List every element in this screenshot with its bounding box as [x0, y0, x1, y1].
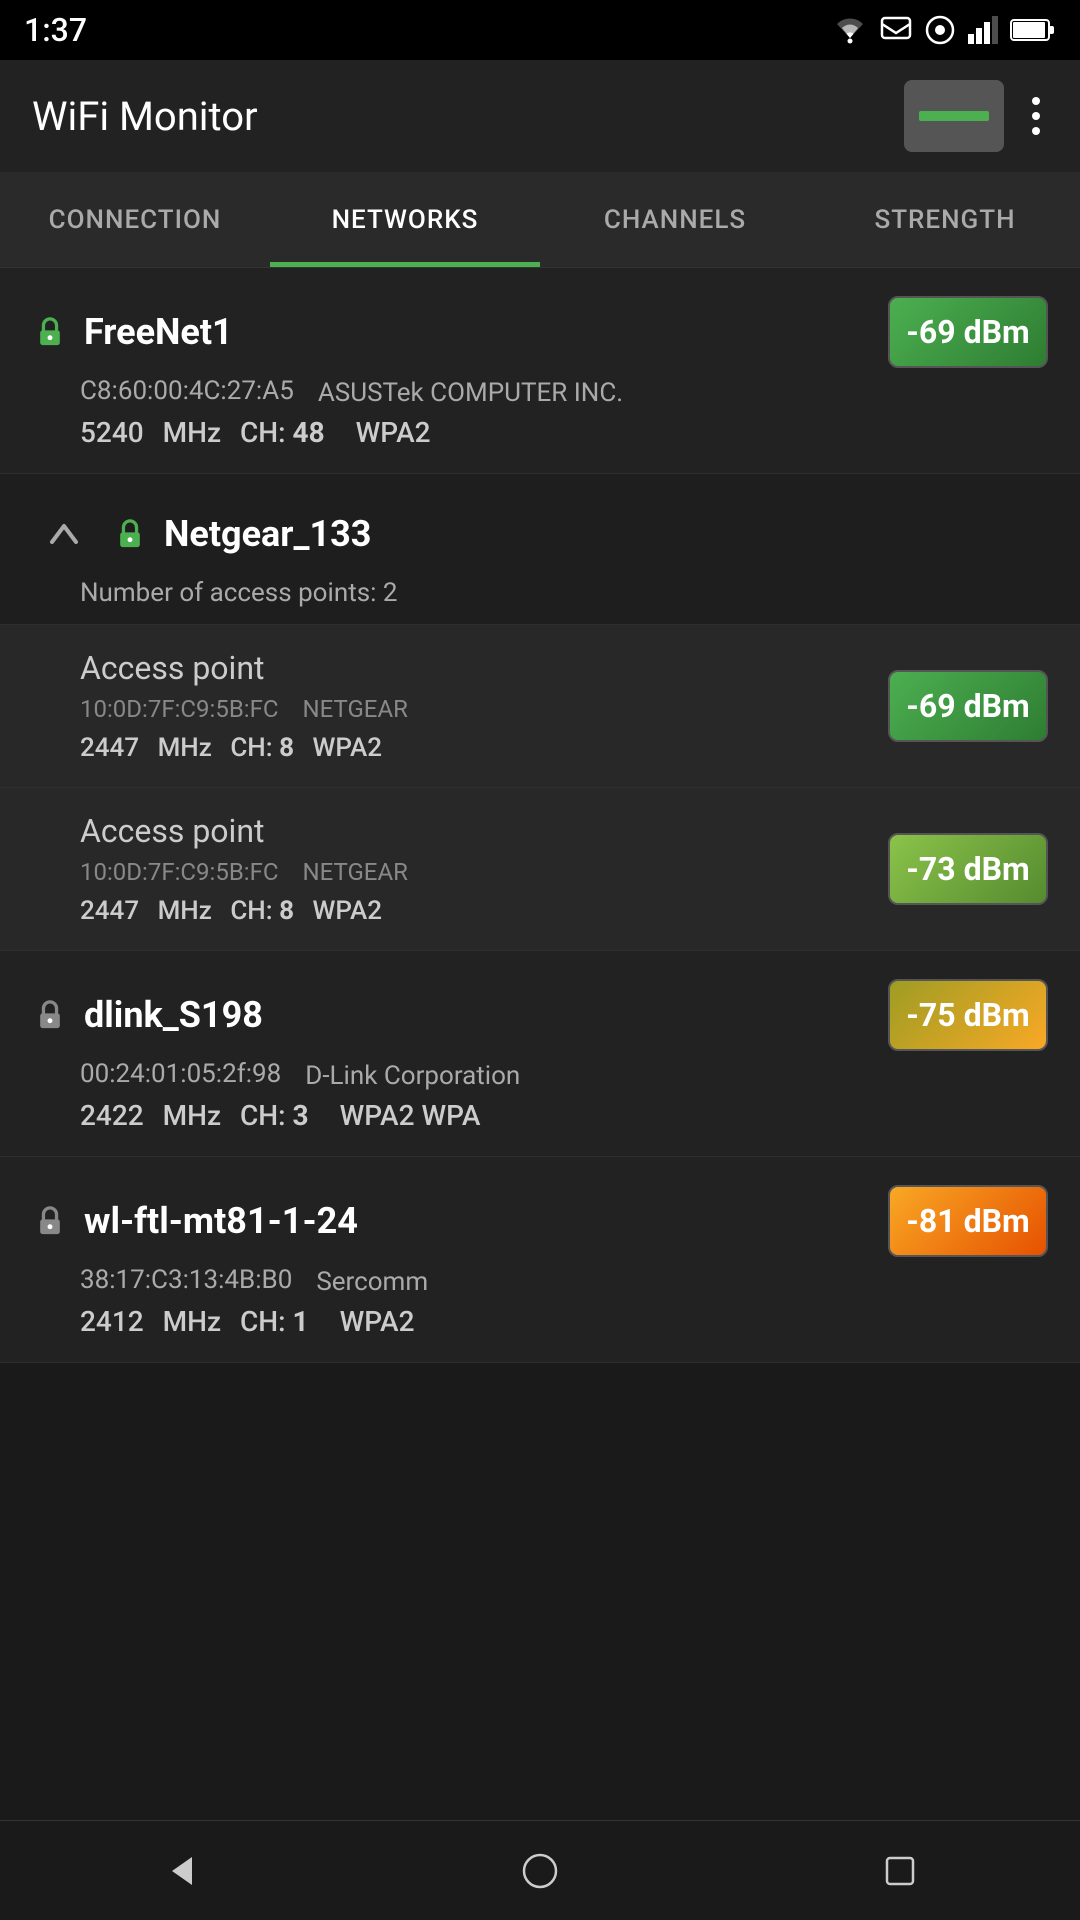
- back-button[interactable]: [140, 1831, 220, 1911]
- ap2-freq: 2447 MHz: [80, 896, 212, 926]
- lock-icon: [112, 516, 148, 552]
- wlftl-header: wl-ftl-mt81-1-24 -81 dBm: [0, 1157, 1080, 1265]
- network-display-button[interactable]: [904, 80, 1004, 152]
- chevron-up-icon: [44, 514, 84, 554]
- netgear133-ap-count: Number of access points: 2: [0, 574, 1080, 624]
- network-netgear133: Netgear_133 Number of access points: 2 A…: [0, 474, 1080, 951]
- lock-icon: [32, 1203, 68, 1239]
- network-freenet1-header: FreeNet1 -69 dBm: [0, 268, 1080, 376]
- tabs-bar: CONNECTION NETWORKS CHANNELS STRENGTH: [0, 172, 1080, 268]
- dlink-meta: 00:24:01:05:2f:98 D-Link Corporation 242…: [0, 1059, 1080, 1156]
- wlftl-mac: 38:17:C3:13:4B:B0: [80, 1265, 292, 1295]
- freenet1-mac: C8:60:00:4C:27:A5: [80, 376, 294, 406]
- dlink-details: 2422 MHz CH: 3 WPA2 WPA: [80, 1099, 1048, 1132]
- freenet1-ch: CH: 48: [240, 416, 337, 449]
- dlink-header: dlink_S198 -75 dBm: [0, 951, 1080, 1059]
- signal-icon: [968, 16, 998, 44]
- status-icons: [832, 14, 1056, 46]
- wlftl-signal: -81 dBm: [888, 1185, 1048, 1257]
- network-freenet1: FreeNet1 -69 dBm C8:60:00:4C:27:A5 ASUST…: [0, 268, 1080, 474]
- access-point-1: Access point 10:0D:7F:C9:5B:FC NETGEAR 2…: [0, 624, 1080, 787]
- ap1-vendor: NETGEAR: [302, 695, 407, 723]
- ap2-details: 2447 MHz CH: 8 WPA2: [80, 896, 888, 926]
- wlftl-security: WPA2: [340, 1305, 415, 1338]
- status-bar: 1:37: [0, 0, 1080, 60]
- wlftl-name: wl-ftl-mt81-1-24: [84, 1200, 358, 1242]
- access-point-2: Access point 10:0D:7F:C9:5B:FC NETGEAR 2…: [0, 787, 1080, 950]
- dlink-vendor: D-Link Corporation: [305, 1061, 520, 1091]
- wifi-status-icon: [832, 16, 868, 44]
- wlftl-vendor: Sercomm: [316, 1267, 428, 1297]
- network-freenet1-meta: C8:60:00:4C:27:A5 ASUSTek COMPUTER INC. …: [0, 376, 1080, 473]
- dlink-freq: 2422 MHz: [80, 1099, 221, 1132]
- ap1-name: Access point: [80, 649, 888, 687]
- freenet1-security: WPA2: [356, 416, 431, 449]
- ap1-freq: 2447 MHz: [80, 733, 212, 763]
- ap2-info: Access point 10:0D:7F:C9:5B:FC NETGEAR 2…: [80, 812, 888, 926]
- ap1-signal: -69 dBm: [888, 670, 1048, 742]
- ap2-name: Access point: [80, 812, 888, 850]
- ap1-security: WPA2: [312, 733, 382, 763]
- freenet1-vendor: ASUSTek COMPUTER INC.: [318, 378, 623, 408]
- freenet1-freq: 5240 MHz: [80, 416, 221, 449]
- lock-icon: [32, 997, 68, 1033]
- netgear133-access-points: Access point 10:0D:7F:C9:5B:FC NETGEAR 2…: [0, 624, 1080, 950]
- dlink-signal: -75 dBm: [888, 979, 1048, 1051]
- networks-content: FreeNet1 -69 dBm C8:60:00:4C:27:A5 ASUST…: [0, 268, 1080, 1363]
- battery-icon: [1010, 17, 1056, 43]
- app-bar-actions: [904, 80, 1048, 152]
- network-dlink: dlink_S198 -75 dBm 00:24:01:05:2f:98 D-L…: [0, 951, 1080, 1157]
- app-bar: WiFi Monitor: [0, 60, 1080, 172]
- wlftl-ch: CH: 1: [240, 1305, 321, 1338]
- freenet1-details: 5240 MHz CH: 48 WPA2: [80, 416, 1048, 449]
- status-time: 1:37: [24, 11, 87, 49]
- tab-connection[interactable]: CONNECTION: [0, 172, 270, 267]
- wlftl-details: 2412 MHz CH: 1 WPA2: [80, 1305, 1048, 1338]
- tab-strength[interactable]: STRENGTH: [810, 172, 1080, 267]
- ap2-mac: 10:0D:7F:C9:5B:FC: [80, 858, 278, 886]
- network-freenet1-name: FreeNet1: [84, 311, 233, 353]
- tab-channels[interactable]: CHANNELS: [540, 172, 810, 267]
- dlink-security: WPA2 WPA: [340, 1099, 481, 1132]
- network-freenet1-signal: -69 dBm: [888, 296, 1048, 368]
- wlftl-meta: 38:17:C3:13:4B:B0 Sercomm 2412 MHz CH: 1…: [0, 1265, 1080, 1362]
- netgear133-name: Netgear_133: [164, 513, 371, 555]
- dlink-mac: 00:24:01:05:2f:98: [80, 1059, 281, 1089]
- ap2-security: WPA2: [312, 896, 382, 926]
- ap1-ch: CH: 8: [230, 733, 294, 763]
- expand-netgear133-button[interactable]: [32, 502, 96, 566]
- netgear133-header: Netgear_133: [0, 474, 1080, 574]
- recents-button[interactable]: [860, 1831, 940, 1911]
- recents-icon: [883, 1854, 917, 1888]
- bottom-navigation: [0, 1820, 1080, 1920]
- ap2-vendor: NETGEAR: [302, 858, 407, 886]
- sync-icon: [924, 14, 956, 46]
- ap1-details: 2447 MHz CH: 8 WPA2: [80, 733, 888, 763]
- back-icon: [160, 1851, 200, 1891]
- dlink-name: dlink_S198: [84, 994, 263, 1036]
- home-icon: [522, 1853, 558, 1889]
- more-options-button[interactable]: [1024, 89, 1048, 143]
- ap2-ch: CH: 8: [230, 896, 294, 926]
- ap2-signal: -73 dBm: [888, 833, 1048, 905]
- dlink-ch: CH: 3: [240, 1099, 321, 1132]
- app-title: WiFi Monitor: [32, 93, 258, 140]
- ap1-mac: 10:0D:7F:C9:5B:FC: [80, 695, 278, 723]
- home-button[interactable]: [500, 1831, 580, 1911]
- tab-networks[interactable]: NETWORKS: [270, 172, 540, 267]
- network-bar-icon: [919, 111, 989, 121]
- ap1-info: Access point 10:0D:7F:C9:5B:FC NETGEAR 2…: [80, 649, 888, 763]
- notification-icon: [880, 14, 912, 46]
- wlftl-freq: 2412 MHz: [80, 1305, 221, 1338]
- network-wl-ftl: wl-ftl-mt81-1-24 -81 dBm 38:17:C3:13:4B:…: [0, 1157, 1080, 1363]
- lock-icon: [32, 314, 68, 350]
